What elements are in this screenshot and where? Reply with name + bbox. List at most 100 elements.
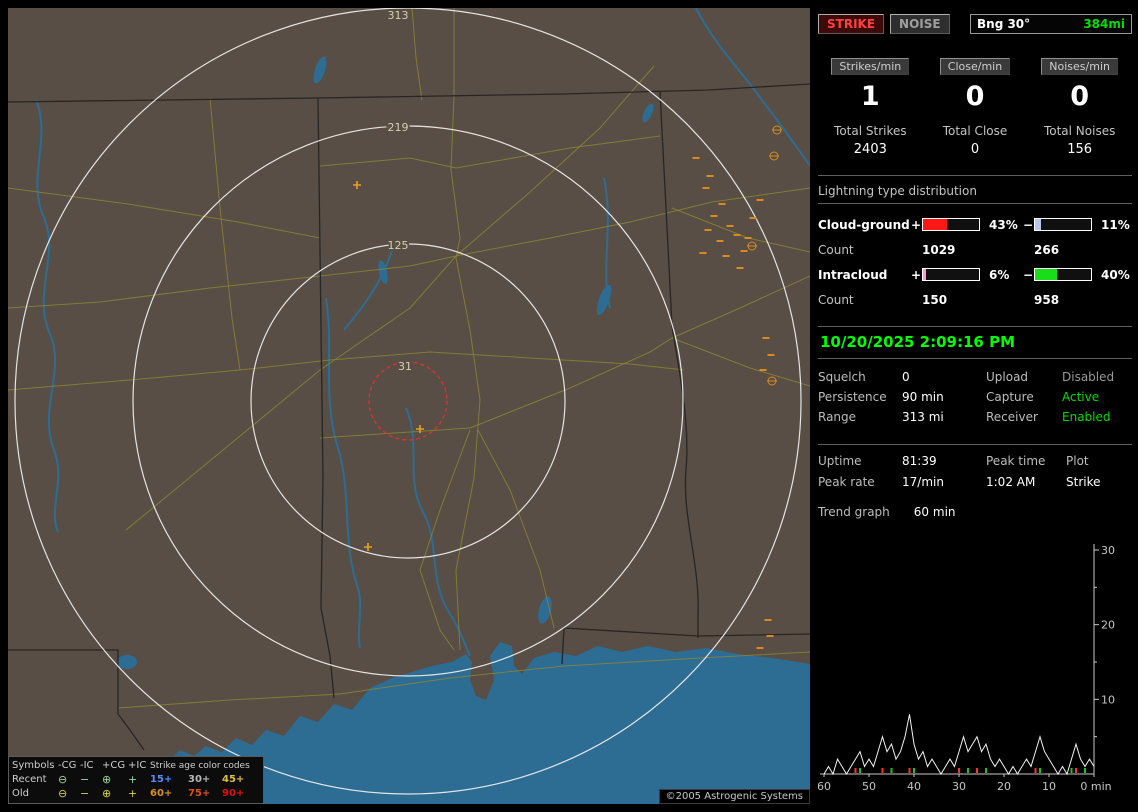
range-label: Range — [818, 409, 902, 426]
ring-label-close: 31 — [398, 360, 412, 373]
cg-plus-bar-fill — [923, 219, 947, 230]
noise-symbol — [763, 337, 770, 339]
legend-strike-symbol-icon: ⊖ — [58, 787, 80, 801]
close-per-min-button[interactable]: Close/min — [940, 58, 1010, 75]
squelch-label: Squelch — [818, 369, 902, 386]
ic-plus-bar-fill — [923, 269, 926, 280]
trend-line — [824, 714, 1094, 774]
noise-symbol — [741, 250, 748, 252]
legend-grid: Symbols-CG-IC+CG+ICStrike age color code… — [9, 757, 263, 803]
roads — [8, 8, 810, 708]
cg-plus-pct: 43% — [982, 218, 1022, 232]
uptime-value: 81:39 — [902, 453, 986, 470]
legend-age-code: 45+ — [222, 773, 262, 787]
close-per-min-value: 0 — [923, 81, 1028, 112]
legend-column-0: -CG — [58, 759, 80, 773]
nexstorm-window: { "header": { "strike": "STRIKE", "noise… — [0, 0, 1138, 812]
cg-minus-pct: 11% — [1094, 218, 1134, 232]
noise-symbol — [765, 619, 772, 621]
noise-button[interactable]: NOISE — [890, 14, 950, 34]
legend-strike-symbol-icon: ⊕ — [102, 773, 128, 787]
total-noises-value: 156 — [1027, 142, 1132, 157]
total-close-value: 0 — [923, 142, 1028, 157]
persistence-value: 90 min — [902, 389, 986, 406]
stat-col-strikes: Strikes/min 1 Total Strikes 2403 — [818, 58, 923, 157]
noise-symbol — [768, 354, 775, 356]
cg-minus-count: 266 — [1034, 243, 1094, 257]
noise-symbol — [711, 215, 718, 217]
strike-button[interactable]: STRIKE — [818, 14, 884, 34]
ic-minus-pct: 40% — [1094, 268, 1134, 282]
range-value: 313 mi — [902, 409, 986, 426]
plot-value: Strike — [1066, 474, 1126, 491]
noise-symbol — [703, 187, 710, 189]
noise-symbol — [734, 234, 741, 236]
distribution-title: Lightning type distribution — [818, 184, 1132, 204]
ic-plus-count: 150 — [922, 293, 982, 307]
persistence-label: Persistence — [818, 389, 902, 406]
cloud-ground-row: Cloud-ground + 43% − 11% — [818, 212, 1132, 237]
panel-header: STRIKE NOISE Bng 30° 384mi — [818, 14, 1132, 34]
legend-header-symbols: Symbols — [12, 759, 58, 773]
legend-strike-symbol-icon: ⊖ — [58, 773, 80, 787]
trend-graph: 3020106050403020100 min — [818, 538, 1126, 796]
strikes-per-min-button[interactable]: Strikes/min — [831, 58, 909, 75]
strikes-per-min-value: 1 — [818, 81, 923, 112]
status-right-1-value: Active — [1062, 389, 1132, 406]
noise-symbol — [700, 252, 707, 254]
cg-plus-count: 1029 — [922, 243, 982, 257]
map-canvas[interactable]: 313 219 125 31 — [8, 8, 810, 804]
peak-time-label: Peak time — [986, 453, 1066, 470]
legend-strike-symbol-icon: ⊕ — [102, 787, 128, 801]
trend-row: Trend graph 60 min — [818, 505, 1132, 519]
noise-symbol — [745, 237, 752, 239]
strike-symbol — [353, 181, 361, 189]
ic-minus-count: 958 — [1034, 293, 1094, 307]
noise-symbol — [723, 255, 730, 257]
trend-graph-value: 60 min — [914, 505, 956, 519]
plus-sign: + — [910, 218, 922, 232]
legend-age-code: 30+ — [188, 773, 222, 787]
trend-x-label: 0 min — [1080, 780, 1111, 793]
side-panel: STRIKE NOISE Bng 30° 384mi Strikes/min 1… — [818, 8, 1132, 804]
bearing-label: Bng 30° — [977, 17, 1030, 31]
separator — [818, 175, 1132, 176]
trend-graph-label: Trend graph — [818, 505, 890, 519]
trend-x-label: 40 — [907, 780, 921, 793]
trend-x-label: 10 — [1042, 780, 1056, 793]
noise-symbol — [707, 175, 714, 177]
peak-rate-value: 17/min — [902, 474, 986, 491]
copyright-label: ©2005 Astrogenic Systems — [659, 789, 810, 804]
noise-symbol — [760, 369, 767, 371]
intracloud-row: Intracloud + 6% − 40% — [818, 262, 1132, 287]
legend-column-2: +CG — [102, 759, 128, 773]
intracloud-label: Intracloud — [818, 268, 910, 282]
noise-symbol — [750, 217, 757, 219]
squelch-value: 0 — [902, 369, 986, 386]
status-right-0-value: Disabled — [1062, 369, 1132, 386]
capture-label: Capture — [986, 389, 1062, 406]
cg-minus-bar-fill — [1035, 219, 1041, 230]
noises-per-min-button[interactable]: Noises/min — [1041, 58, 1118, 75]
minus-sign: − — [1022, 268, 1034, 282]
legend-row-label-0: Recent — [12, 773, 58, 787]
trend-x-label: 50 — [862, 780, 876, 793]
noise-symbol — [757, 199, 764, 201]
cg-minus-bar — [1034, 218, 1092, 231]
ic-plus-bar — [922, 268, 980, 281]
noise-symbol — [719, 203, 726, 205]
trend-y-label: 10 — [1101, 693, 1115, 706]
trend-y-label: 20 — [1101, 619, 1115, 632]
noise-symbol — [717, 240, 724, 242]
total-noises-label: Total Noises — [1027, 124, 1132, 138]
total-strikes-label: Total Strikes — [818, 124, 923, 138]
session-grid: Uptime 81:39 Peak time Plot Peak rate 17… — [818, 453, 1132, 491]
legend-strike-symbol-icon: − — [80, 787, 102, 801]
uptime-label: Uptime — [818, 453, 902, 470]
cloud-ground-label: Cloud-ground — [818, 218, 910, 232]
legend-column-1: -IC — [80, 759, 102, 773]
status-right-2-value: Enabled — [1062, 409, 1132, 426]
legend-row-label-1: Old — [12, 787, 58, 801]
ring-label-outer: 313 — [388, 9, 409, 22]
status-grid: Squelch 0 Upload Disabled Persistence 90… — [818, 369, 1132, 426]
